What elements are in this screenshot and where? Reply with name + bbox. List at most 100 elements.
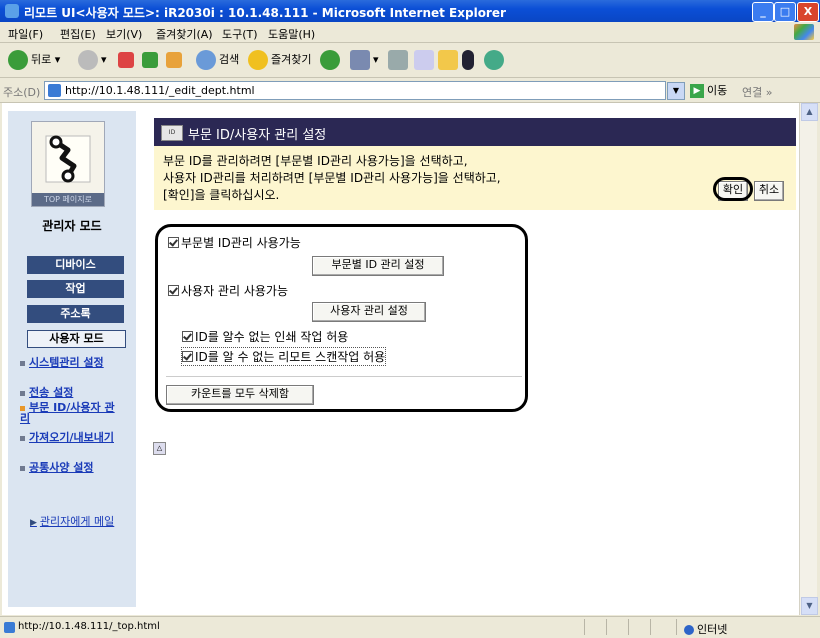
user-management-settings-button[interactable]: 사용자 관리 설정 [312, 302, 426, 322]
favorites-button[interactable]: 즐겨찾기 [248, 49, 311, 71]
status-url: http://10.1.48.111/_top.html [18, 621, 160, 632]
messenger-button[interactable] [462, 49, 477, 71]
top-logo-icon [45, 135, 91, 183]
menu-bar: 파일(F) 편집(E) 보기(V) 즐겨찾기(A) 도구(T) 도움말(H) [0, 22, 820, 43]
nav-jobs-button[interactable]: 작업 [27, 280, 124, 298]
arrow-right-icon: ▶ [30, 518, 37, 528]
messenger-people-button[interactable] [484, 49, 507, 71]
go-arrow-icon: ▶ [690, 84, 704, 98]
dept-id-settings-button[interactable]: 부문별 ID 관리 설정 [312, 256, 444, 276]
scroll-up-icon[interactable]: ▲ [801, 103, 818, 121]
status-divider [606, 619, 607, 635]
forward-arrow-icon [78, 50, 98, 70]
checkbox-checked-icon [168, 237, 179, 248]
minimize-button[interactable]: _ [752, 2, 774, 22]
links-button[interactable]: 연결 » [742, 84, 772, 100]
clear-all-counts-button[interactable]: 카운트를 모두 삭제함 [166, 385, 314, 405]
instruction-line-2: 사용자 ID관리를 처리하려면 [부문별 ID관리 사용가능]을 선택하고, [163, 171, 501, 185]
checkbox-checked-icon [182, 351, 193, 362]
menu-favorites[interactable]: 즐겨찾기(A) [156, 26, 213, 42]
folder-icon [438, 50, 458, 70]
back-to-top-icon[interactable]: △ [153, 442, 166, 455]
checkbox-checked-icon [168, 285, 179, 296]
nav-user-mode-button[interactable]: 사용자 모드 [27, 330, 126, 348]
address-input[interactable]: http://10.1.48.111/_edit_dept.html [44, 81, 666, 100]
bluetooth-icon [462, 50, 474, 70]
history-icon [320, 50, 340, 70]
page-icon [4, 622, 15, 633]
go-button[interactable]: ▶ 이동 [690, 82, 727, 98]
status-divider [650, 619, 651, 635]
checkbox-checked-icon [182, 331, 193, 342]
menu-edit[interactable]: 편집(E) [60, 26, 96, 42]
print-button[interactable] [388, 49, 411, 71]
menu-tools[interactable]: 도구(T) [222, 26, 258, 42]
menu-file[interactable]: 파일(F) [8, 26, 43, 42]
instruction-line-1: 부문 ID를 관리하려면 [부문별 ID관리 사용가능]을 선택하고, [163, 154, 468, 168]
top-page-logo[interactable]: TOP 페이지로 [31, 121, 105, 207]
instruction-line-3: [확인]을 클릭하십시오. [163, 188, 280, 202]
status-bar: http://10.1.48.111/_top.html 인터넷 [0, 616, 820, 638]
bullet-icon [20, 435, 25, 441]
back-button[interactable]: 뒤로 ▾ [8, 49, 60, 71]
star-icon [248, 50, 268, 70]
toolbar: 뒤로 ▾ ▾ 검색 즐겨찾기 ▾ [0, 43, 820, 78]
refresh-button[interactable] [142, 49, 161, 71]
sidebar-item-system-settings[interactable]: 시스템관리 설정 [20, 357, 122, 368]
globe-icon [684, 625, 694, 635]
user-management-enable-checkbox[interactable]: 사용자 관리 사용가능 [168, 282, 288, 299]
cancel-button[interactable]: 취소 [754, 181, 784, 201]
admin-mode-title: 관리자 모드 [42, 219, 102, 233]
ok-highlight-circle [713, 177, 753, 201]
mail-to-admin-link[interactable]: ▶ 관리자에게 메일 [30, 513, 114, 529]
page-icon [48, 84, 61, 97]
edit-button[interactable] [414, 49, 437, 71]
forward-button[interactable]: ▾ [78, 49, 107, 71]
maximize-button[interactable]: □ [774, 2, 796, 22]
security-zone: 인터넷 [684, 621, 727, 637]
vertical-scrollbar[interactable]: ▲ ▼ [799, 103, 818, 615]
home-icon [166, 52, 182, 68]
nav-device-button[interactable]: 디바이스 [27, 256, 124, 274]
address-dropdown-icon[interactable]: ▼ [667, 82, 685, 100]
status-divider [676, 619, 677, 635]
sidebar-item-send-settings[interactable]: 전송 설정 [20, 387, 122, 398]
edit-icon [414, 50, 434, 70]
menu-help[interactable]: 도움말(H) [268, 26, 315, 42]
sidebar-item-common-settings[interactable]: 공통사양 설정 [20, 462, 122, 473]
sidebar-item-import-export[interactable]: 가져오기/내보내기 [20, 432, 122, 443]
scroll-down-icon[interactable]: ▼ [801, 597, 818, 615]
search-button[interactable]: 검색 [196, 49, 239, 71]
status-divider [584, 619, 585, 635]
status-divider [628, 619, 629, 635]
sidebar: TOP 페이지로 관리자 모드 디바이스 작업 주소록 사용자 모드 시스템관리… [8, 111, 136, 607]
menu-view[interactable]: 보기(V) [106, 26, 142, 42]
address-label: 주소(D) [3, 86, 41, 99]
id-card-icon: ID [161, 125, 183, 141]
bullet-icon [20, 405, 25, 411]
history-button[interactable] [320, 49, 343, 71]
ie-icon [5, 4, 19, 18]
refresh-icon [142, 52, 158, 68]
window-titlebar: 리모트 UI<사용자 모드>: iR2030i : 10.1.48.111 - … [0, 0, 820, 22]
allow-unknown-id-print-checkbox[interactable]: ID를 알수 없는 인쇄 작업 허용 [182, 328, 348, 345]
bullet-icon [20, 360, 25, 366]
folder-button[interactable] [438, 49, 461, 71]
close-button[interactable]: X [797, 2, 819, 22]
back-arrow-icon [8, 50, 28, 70]
mail-button[interactable]: ▾ [350, 49, 379, 71]
mail-icon [350, 50, 370, 70]
dept-id-enable-checkbox[interactable]: 부문별 ID관리 사용가능 [168, 234, 301, 251]
stop-button[interactable] [118, 49, 137, 71]
nav-address-book-button[interactable]: 주소록 [27, 305, 124, 323]
home-button[interactable] [166, 49, 185, 71]
address-bar: 주소(D) http://10.1.48.111/_edit_dept.html… [0, 78, 820, 103]
page-title: 부문 ID/사용자 관리 설정 [188, 128, 327, 143]
instruction-box: 부문 ID를 관리하려면 [부문별 ID관리 사용가능]을 선택하고, 사용자 … [154, 146, 796, 210]
allow-unknown-id-scan-checkbox[interactable]: ID를 알 수 없는 리모트 스캔작업 허용 [180, 347, 387, 366]
bullet-icon [20, 390, 25, 396]
print-icon [388, 50, 408, 70]
address-url: http://10.1.48.111/_edit_dept.html [65, 84, 255, 97]
sidebar-item-dept-id-management[interactable]: 부문 ID/사용자 관리 [20, 402, 122, 424]
top-page-caption: TOP 페이지로 [32, 193, 104, 206]
